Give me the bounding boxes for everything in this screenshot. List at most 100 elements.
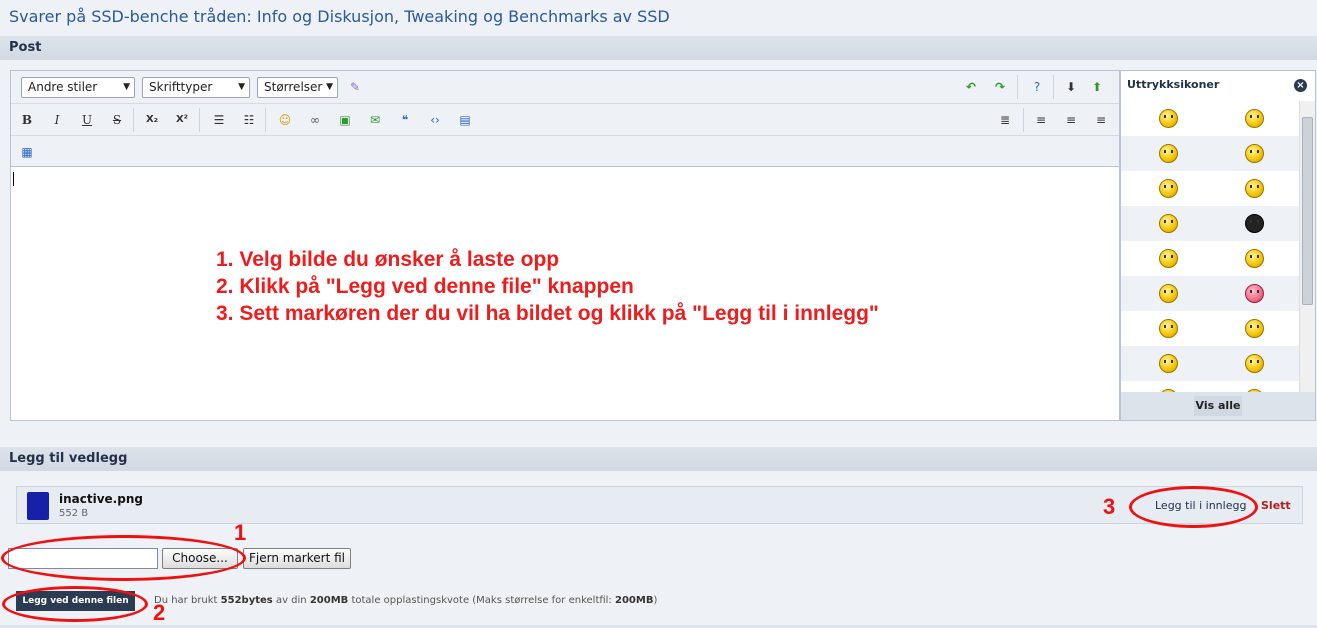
styles-select[interactable]: Andre stiler ▼: [21, 77, 135, 98]
text-cursor: [13, 172, 14, 186]
file-icon: [27, 492, 49, 520]
instructions-overlay: 1. Velg bilde du ønsker å laste opp 2. K…: [216, 246, 879, 327]
underline-icon[interactable]: U: [77, 110, 97, 130]
email-icon[interactable]: ✉: [365, 110, 385, 130]
smiley-icon[interactable]: [1159, 179, 1178, 198]
page-title: Svarer på SSD-benche tråden: Info og Dis…: [9, 7, 670, 26]
fonts-select-value: Skrifttyper: [149, 80, 213, 94]
smiley-grid: [1121, 101, 1299, 393]
chevron-down-icon: ▼: [238, 82, 245, 92]
ninja-smiley-icon[interactable]: [1245, 214, 1264, 233]
media-icon[interactable]: ▤: [455, 110, 475, 130]
instruction-line-3: 3. Sett markøren der du vil ha bildet og…: [216, 302, 879, 325]
post-section-header: Post: [0, 36, 1317, 60]
toolbar-divider: [1023, 108, 1024, 132]
chevron-down-icon: ▼: [123, 82, 130, 92]
annotation-ellipse-1: [1, 535, 246, 581]
fonts-select[interactable]: Skrifttyper ▼: [142, 77, 250, 98]
italic-icon[interactable]: I: [47, 110, 67, 130]
link-icon[interactable]: ∞: [305, 110, 325, 130]
smiley-icon[interactable]: [1159, 144, 1178, 163]
show-all-smilies-button[interactable]: Vis alle: [1194, 396, 1242, 416]
sizes-select[interactable]: Størrelser ▼: [257, 77, 338, 98]
toolbar-divider: [1017, 75, 1018, 99]
smilies-header: Uttrykksikoner ×: [1121, 71, 1315, 101]
align-left-icon[interactable]: ≡: [1031, 110, 1051, 130]
smiley-icon[interactable]: [1159, 319, 1178, 338]
subscript-icon[interactable]: X₂: [142, 110, 162, 130]
restore-icon[interactable]: ⬇: [1061, 77, 1081, 97]
superscript-icon[interactable]: X²: [172, 110, 192, 130]
smiley-row: [1121, 136, 1299, 171]
sizes-select-value: Størrelser: [264, 80, 323, 94]
attachment-filesize: 552 B: [59, 508, 89, 519]
annotation-ellipse-2: [2, 586, 148, 622]
instruction-line-2: 2. Klikk på "Legg ved denne file" knappe…: [216, 275, 634, 298]
editor-toolbar-top: Andre stiler ▼ Skrifttyper ▼ Størrelser ▼ ✎…: [11, 71, 1119, 104]
smiley-icon[interactable]: ☺: [275, 110, 295, 130]
love-smiley-icon[interactable]: [1245, 284, 1264, 303]
smiley-icon[interactable]: [1159, 284, 1178, 303]
editor-toolbar-formatting: B I U S X₂ X² ☰ ☷ ☺ ∞ ▣ ✉ ❝ ‹› ▤ ≣ ≡ ≡ ≡: [11, 104, 1119, 136]
smilies-title: Uttrykksikoner: [1127, 78, 1220, 91]
chevron-down-icon: ▼: [326, 82, 333, 92]
smiley-row: [1121, 346, 1299, 381]
image-icon[interactable]: ▣: [335, 110, 355, 130]
smiley-icon[interactable]: [1245, 249, 1264, 268]
delete-attachment-link[interactable]: Slett: [1261, 499, 1291, 512]
styles-select-value: Andre stiler: [28, 80, 98, 94]
smiley-icon[interactable]: [1245, 179, 1264, 198]
bold-icon[interactable]: B: [17, 110, 37, 130]
smiley-icon[interactable]: [1159, 214, 1178, 233]
quote-icon[interactable]: ❝: [395, 110, 415, 130]
smiley-icon[interactable]: [1159, 354, 1178, 373]
instruction-line-1: 1. Velg bilde du ønsker å laste opp: [216, 248, 560, 271]
smiley-row: [1121, 206, 1299, 241]
annotation-ellipse-3: [1129, 486, 1258, 528]
post-editor[interactable]: Andre stiler ▼ Skrifttyper ▼ Størrelser ▼ ✎…: [10, 70, 1120, 421]
remove-selected-file-button[interactable]: Fjern markert fil: [243, 548, 351, 569]
quota-total: 200MB: [309, 595, 349, 606]
switch-mode-icon[interactable]: ▦: [17, 142, 37, 162]
smilies-footer: Vis alle: [1121, 392, 1315, 420]
bullet-list-icon[interactable]: ☰: [209, 110, 229, 130]
smiley-icon[interactable]: [1159, 249, 1178, 268]
annotation-number-2: 2: [153, 600, 166, 625]
align-center-icon[interactable]: ≡: [1061, 110, 1081, 130]
attachments-section-header: Legg til vedlegg: [0, 447, 1317, 471]
help-icon[interactable]: ?: [1027, 77, 1047, 97]
undo-icon[interactable]: ↶: [961, 77, 981, 97]
scrollbar-thumb[interactable]: [1302, 117, 1313, 305]
toolbar-divider: [265, 108, 266, 132]
outdent-icon[interactable]: ≣: [995, 110, 1015, 130]
save-draft-icon[interactable]: ⬆: [1087, 77, 1107, 97]
smiley-row: [1121, 311, 1299, 346]
remove-format-icon[interactable]: ✎: [345, 77, 365, 97]
smiley-icon[interactable]: [1245, 109, 1264, 128]
annotation-number-3: 3: [1103, 494, 1116, 519]
quota-max: 200MB: [615, 595, 654, 606]
attachment-filename: inactive.png: [59, 492, 143, 506]
smiley-row: [1121, 276, 1299, 311]
quota-used: 552bytes: [220, 595, 273, 606]
smilies-scrollbar[interactable]: [1299, 101, 1315, 393]
toolbar-divider: [133, 108, 134, 132]
smiley-icon[interactable]: [1245, 319, 1264, 338]
quota-suffix: totale opplastingskvote (Maks størrelse …: [351, 595, 612, 606]
toolbar-divider: [1053, 75, 1054, 99]
numbered-list-icon[interactable]: ☷: [239, 110, 259, 130]
redo-icon[interactable]: ↷: [990, 77, 1010, 97]
smilies-panel: Uttrykksikoner × Vis alle: [1120, 70, 1316, 421]
code-icon[interactable]: ‹›: [425, 110, 445, 130]
smiley-row: [1121, 101, 1299, 136]
smiley-row: [1121, 171, 1299, 206]
smiley-icon[interactable]: [1245, 144, 1264, 163]
close-icon[interactable]: ×: [1294, 79, 1307, 92]
smiley-row: [1121, 241, 1299, 276]
toolbar-divider: [199, 108, 200, 132]
smiley-icon[interactable]: [1245, 354, 1264, 373]
editor-toolbar-extra: ▦: [11, 136, 1119, 167]
strikethrough-icon[interactable]: S: [107, 110, 127, 130]
align-right-icon[interactable]: ≡: [1091, 110, 1111, 130]
smiley-icon[interactable]: [1159, 109, 1178, 128]
